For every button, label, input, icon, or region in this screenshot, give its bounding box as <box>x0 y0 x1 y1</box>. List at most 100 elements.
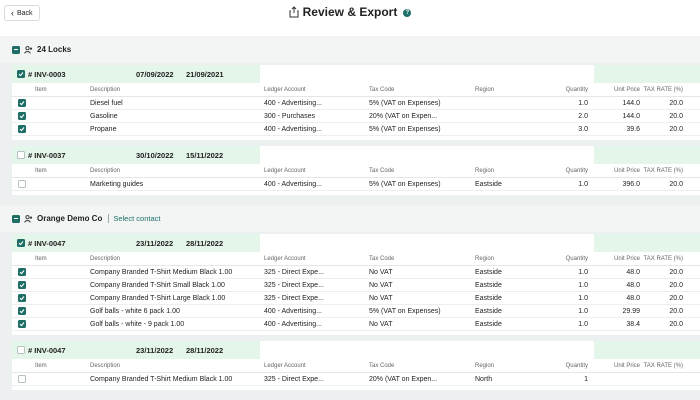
cell-tax-rate: 20.0 <box>669 181 683 188</box>
cell-ledger: 325 - Direct Expe... <box>264 376 324 383</box>
line-item-checkbox[interactable] <box>18 112 26 120</box>
invoice-checkbox[interactable] <box>17 70 25 78</box>
export-icon <box>289 6 299 18</box>
column-header-item: Item <box>35 168 47 174</box>
cell-tax: No VAT <box>369 295 393 302</box>
cell-unit-price: 144.0 <box>622 100 640 107</box>
cell-tax: No VAT <box>369 269 393 276</box>
contact-icon <box>24 214 33 223</box>
contact-icon <box>24 45 33 54</box>
cell-ledger: 325 - Direct Expe... <box>264 282 324 289</box>
column-header-tax-rate: TAX RATE (%) <box>643 168 683 174</box>
column-header-unit-price: Unit Price <box>613 168 640 174</box>
cell-tax: 20% (VAT on Expen... <box>369 376 438 383</box>
column-header-region: Region <box>475 87 495 93</box>
back-button[interactable]: ‹ Back <box>4 5 40 21</box>
line-items-header: Item Description Ledger Account Tax Code Reg… <box>12 361 700 373</box>
help-icon[interactable]: ? <box>403 9 412 17</box>
cell-unit-price: 144.0 <box>622 113 640 120</box>
cell-description: Company Branded T-Shirt Large Black 1.00 <box>90 295 226 302</box>
line-item-checkbox[interactable] <box>18 125 26 133</box>
column-header-description: Description <box>90 87 121 93</box>
column-header-item: Item <box>35 256 47 262</box>
cell-tax-rate: 20.0 <box>669 321 683 328</box>
group-collapse-checkbox[interactable] <box>12 45 20 54</box>
page-title: Review & Export <box>302 5 398 19</box>
cell-region: North <box>475 376 493 383</box>
invoice-due-date: 15/11/2022 <box>186 151 224 160</box>
line-item-checkbox[interactable] <box>18 180 26 188</box>
column-header-tax: Tax Code <box>369 168 395 174</box>
cell-ledger: 400 - Advertising... <box>264 181 322 188</box>
cell-quantity: 2.0 <box>578 113 588 120</box>
column-header-quantity: Quantity <box>565 168 588 174</box>
group-collapse-checkbox[interactable] <box>12 214 20 223</box>
cell-quantity: 1.0 <box>578 295 588 302</box>
column-header-quantity: Quantity <box>565 363 588 369</box>
column-header-region: Region <box>475 168 495 174</box>
cell-quantity: 1.0 <box>578 181 588 188</box>
invoice-due-date: 28/11/2022 <box>186 239 224 248</box>
cell-unit-price: 396.0 <box>622 181 640 188</box>
line-items-header: Item Description Ledger Account Tax Code Reg… <box>12 166 700 178</box>
line-item-checkbox[interactable] <box>18 281 26 289</box>
cell-tax: 20% (VAT on Expen... <box>369 113 438 120</box>
line-item-checkbox[interactable] <box>18 268 26 276</box>
column-header-ledger: Ledger Account <box>264 87 306 93</box>
line-item-checkbox[interactable] <box>18 320 26 328</box>
invoice-header: # INV-0003 07/09/2022 21/09/2021 <box>12 65 700 83</box>
cell-region: Eastside <box>475 308 502 315</box>
invoice-number: # INV-0037 <box>28 151 66 160</box>
line-items-header: Item Description Ledger Account Tax Code Reg… <box>12 85 700 97</box>
contact-group-header: 24 Locks <box>0 36 700 63</box>
line-item-row: Diesel fuel 400 - Advertising... 5% (VAT o… <box>12 97 700 110</box>
invoice-checkbox[interactable] <box>17 346 25 354</box>
column-header-ledger: Ledger Account <box>264 363 306 369</box>
cell-tax: 5% (VAT on Expenses) <box>369 100 441 107</box>
cell-unit-price: 48.0 <box>626 282 640 289</box>
invoice-header: # INV-0047 23/11/2022 28/11/2022 <box>12 234 700 252</box>
column-header-quantity: Quantity <box>565 256 588 262</box>
invoice-header-band-right <box>594 234 700 252</box>
cell-ledger: 325 - Direct Expe... <box>264 295 324 302</box>
column-header-tax-rate: TAX RATE (%) <box>643 256 683 262</box>
chevron-left-icon: ‹ <box>11 7 14 18</box>
column-header-tax: Tax Code <box>369 87 395 93</box>
column-header-unit-price: Unit Price <box>613 87 640 93</box>
select-contact-link[interactable]: Select contact <box>108 214 160 223</box>
column-header-tax-rate: TAX RATE (%) <box>643 363 683 369</box>
invoice-number: # INV-0003 <box>28 70 66 79</box>
top-bar: ‹ Back Review & Export ? <box>0 0 700 32</box>
cell-region: Eastside <box>475 295 502 302</box>
review-list: 24 Locks # INV-0003 07/09/2022 21/09/2021 It… <box>0 36 700 400</box>
cell-tax-rate: 20.0 <box>669 295 683 302</box>
cell-description: Golf balls - white - 9 pack 1.00 <box>90 321 185 328</box>
line-item-checkbox[interactable] <box>18 99 26 107</box>
line-items-header: Item Description Ledger Account Tax Code Reg… <box>12 254 700 266</box>
invoice-checkbox[interactable] <box>17 239 25 247</box>
cell-region: Eastside <box>475 321 502 328</box>
cell-region: Eastside <box>475 282 502 289</box>
cell-region: Eastside <box>475 181 502 188</box>
cell-description: Company Branded T-Shirt Medium Black 1.0… <box>90 376 233 383</box>
contact-name: 24 Locks <box>37 45 72 54</box>
invoice-date: 07/09/2022 <box>136 70 174 79</box>
column-header-tax: Tax Code <box>369 256 395 262</box>
column-header-tax: Tax Code <box>369 363 395 369</box>
line-item-checkbox[interactable] <box>18 375 26 383</box>
cell-tax: 5% (VAT on Expenses) <box>369 126 441 133</box>
column-header-description: Description <box>90 256 121 262</box>
cell-quantity: 1.0 <box>578 269 588 276</box>
cell-tax-rate: 20.0 <box>669 282 683 289</box>
column-header-ledger: Ledger Account <box>264 168 306 174</box>
line-item-checkbox[interactable] <box>18 294 26 302</box>
line-item-row: Company Branded T-Shirt Large Black 1.00… <box>12 292 700 305</box>
invoice-card: # INV-0003 07/09/2022 21/09/2021 Item Descri… <box>12 65 700 140</box>
cell-ledger: 300 - Purchases <box>264 113 315 120</box>
cell-unit-price: 48.0 <box>626 295 640 302</box>
invoice-number: # INV-0047 <box>28 346 66 355</box>
cell-unit-price: 39.6 <box>626 126 640 133</box>
invoice-checkbox[interactable] <box>17 151 25 159</box>
back-label: Back <box>17 9 33 17</box>
line-item-checkbox[interactable] <box>18 307 26 315</box>
